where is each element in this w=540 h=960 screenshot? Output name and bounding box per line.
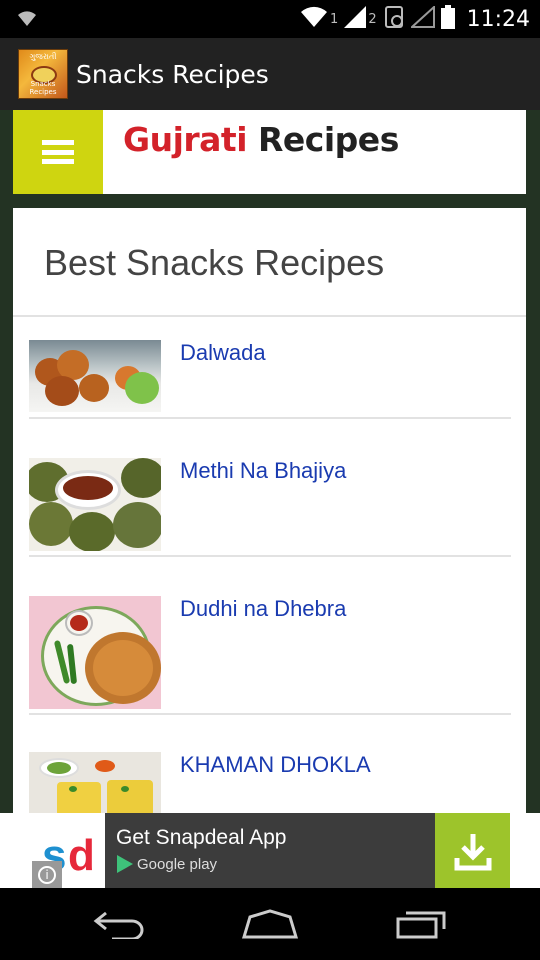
divider [29, 555, 511, 557]
navigation-bar [0, 888, 540, 960]
section-title: Best Snacks Recipes [44, 242, 385, 283]
back-icon [93, 911, 144, 939]
recipe-link-khaman-dhokla[interactable]: KHAMAN DHOKLA [180, 752, 371, 778]
wifi-icon [16, 8, 38, 32]
divider [29, 713, 511, 715]
hamburger-icon [42, 140, 74, 164]
snapdeal-logo-d: d [68, 831, 95, 880]
recipe-item[interactable]: Methi Na Bhajiya [29, 458, 511, 558]
recent-apps-icon [396, 911, 446, 939]
recipe-link-dudhi-na-dhebra[interactable]: Dudhi na Dhebra [180, 596, 346, 622]
recipe-link-dalwada[interactable]: Dalwada [180, 340, 266, 366]
divider [13, 315, 526, 317]
google-play-label: Google play [137, 855, 218, 873]
status-icons: 1 2 11:24 [300, 0, 530, 38]
home-icon [241, 909, 299, 939]
signal-icon [344, 6, 367, 32]
logo-bottom-text: Snacks Recipes [29, 80, 57, 96]
ad-info-icon[interactable]: i [32, 861, 62, 888]
app-title: Snacks Recipes [76, 59, 269, 89]
sim2-label: 2 [368, 11, 377, 27]
clock: 11:24 [466, 6, 530, 32]
wifi-icon [300, 6, 328, 32]
no-sim-icon [383, 5, 405, 33]
site-logo-word1: Gujrati [123, 120, 248, 159]
menu-button[interactable] [13, 110, 103, 194]
ad-info-glyph: i [38, 865, 56, 884]
ad-title: Get Snapdeal App [116, 826, 287, 849]
recipe-item[interactable]: Dudhi na Dhebra [29, 596, 511, 716]
recipe-thumbnail-methi-na-bhajiya[interactable] [29, 458, 161, 551]
site-logo[interactable]: Gujrati Recipes [123, 120, 399, 159]
recipe-item[interactable]: Dalwada [29, 340, 511, 420]
download-icon [454, 833, 491, 870]
recipe-thumbnail-dudhi-na-dhebra[interactable] [29, 596, 161, 709]
ad-banner[interactable]: s d i Get Snapdeal App Google play [0, 813, 540, 888]
divider [29, 417, 511, 419]
action-bar: ગુજરાતી Snacks Recipes Snacks Recipes [0, 38, 540, 110]
logo-top-text: ગુજરાતી [29, 52, 57, 61]
recipe-thumbnail-dalwada[interactable] [29, 340, 161, 412]
back-button[interactable] [90, 906, 150, 942]
recipe-list-card: Best Snacks Recipes Dalwada Methi Na Bha… [13, 208, 526, 813]
site-header: Gujrati Recipes [13, 110, 526, 194]
ad-body[interactable]: Get Snapdeal App Google play [105, 813, 435, 888]
site-logo-word2: Recipes [247, 120, 399, 159]
signal-empty-icon [409, 4, 435, 32]
recipe-thumbnail-khaman-dhokla[interactable] [29, 752, 161, 813]
battery-icon [440, 5, 455, 33]
sim1-label: 1 [330, 11, 339, 27]
recipe-item[interactable]: KHAMAN DHOKLA [29, 752, 511, 813]
home-button[interactable] [240, 906, 300, 942]
status-bar: 1 2 11:24 [0, 0, 540, 38]
google-play-icon [117, 855, 133, 873]
download-button[interactable] [435, 813, 510, 888]
recent-apps-button[interactable] [390, 906, 450, 942]
app-logo[interactable]: ગુજરાતી Snacks Recipes [18, 49, 68, 99]
google-play-badge: Google play [117, 855, 217, 873]
recipe-link-methi-na-bhajiya[interactable]: Methi Na Bhajiya [180, 458, 346, 484]
